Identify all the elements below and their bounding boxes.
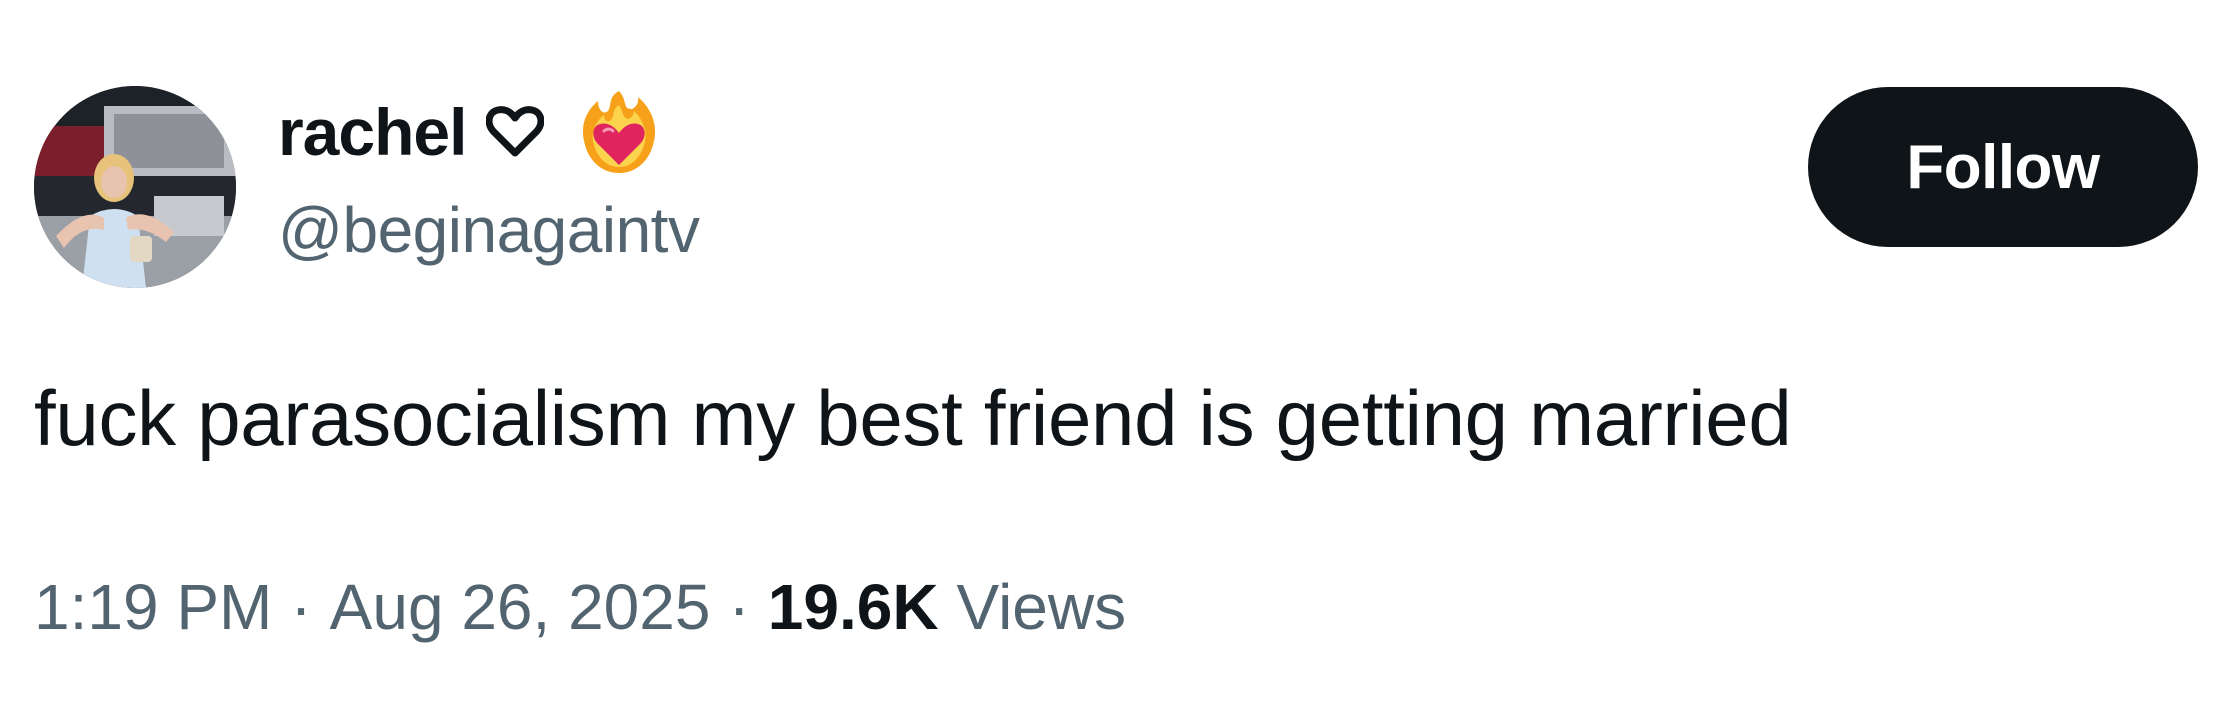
tweet-date[interactable]: Aug 26, 2025 xyxy=(330,575,711,639)
views-count[interactable]: 19.6K xyxy=(768,575,939,639)
avatar-photo xyxy=(34,86,236,288)
meta-separator: · xyxy=(728,571,750,643)
tweet-time[interactable]: 1:19 PM xyxy=(34,575,272,639)
heart-outline-icon xyxy=(486,106,545,157)
avatar[interactable] xyxy=(34,86,236,288)
meta-separator: · xyxy=(290,571,312,643)
tweet-card: rachel @beginagaintv Follow fuck parasoc… xyxy=(0,0,2222,728)
display-name[interactable]: rachel xyxy=(278,99,467,165)
tweet-text: fuck parasocialism my best friend is get… xyxy=(34,374,1792,462)
fire-heart-icon xyxy=(583,91,656,173)
tweet-meta: 1:19 PM · Aug 26, 2025 · 19.6K Views xyxy=(34,575,1126,639)
author-name-row: rachel xyxy=(278,91,660,173)
author-handle[interactable]: @beginagaintv xyxy=(278,198,700,262)
views-label: Views xyxy=(956,571,1127,643)
follow-button[interactable]: Follow xyxy=(1808,87,2198,247)
